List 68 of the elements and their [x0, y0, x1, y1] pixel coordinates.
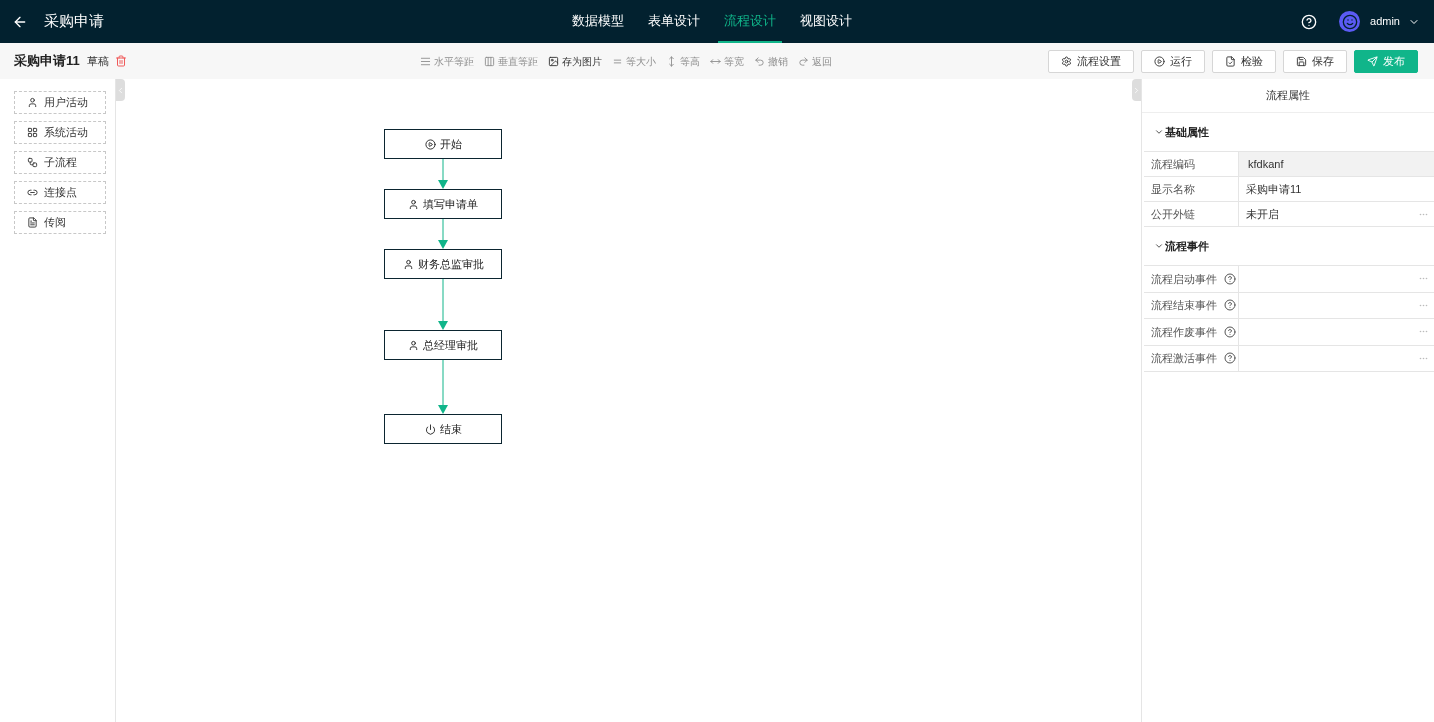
action-button[interactable]: 运行 [1141, 49, 1205, 73]
settings-icon [1061, 55, 1072, 67]
user-icon [408, 198, 419, 210]
chevron-icon[interactable] [1154, 127, 1164, 137]
flow-node[interactable]: 总经理审批 [384, 330, 502, 360]
action-button[interactable]: 检验 [1212, 49, 1276, 73]
flow-node[interactable]: 开始 [384, 129, 502, 159]
toolbar-button[interactable]: 存为图片 [548, 53, 602, 69]
user-icon [402, 258, 414, 270]
connector-arrow [438, 159, 448, 189]
property-label: 流程激活事件 [1151, 351, 1217, 366]
property-value: kfdkanf [1248, 156, 1284, 172]
property-label: 显示名称 [1151, 181, 1195, 197]
user-icon [27, 97, 38, 108]
play-icon [1154, 55, 1165, 67]
redo-icon [798, 55, 809, 67]
palette-item[interactable]: 连接点 [14, 181, 106, 204]
palette-item[interactable]: 用户活动 [14, 91, 106, 114]
collapse-handle[interactable] [1132, 79, 1141, 101]
vertical-arrow-icon [666, 55, 677, 67]
palette-item[interactable]: 子流程 [14, 151, 106, 174]
connector-arrow [438, 360, 448, 414]
flow-node[interactable]: 填写申请单 [384, 189, 502, 219]
property-label: 流程编码 [1151, 156, 1195, 172]
user-icon [408, 339, 419, 351]
nav-tab[interactable]: 视图设计 [794, 0, 858, 43]
grid-icon [27, 127, 38, 138]
collapse-handle[interactable] [116, 79, 125, 101]
delete-icon[interactable] [114, 55, 127, 67]
flow-node[interactable]: 财务总监审批 [384, 249, 502, 279]
flow-node[interactable]: 结束 [384, 414, 502, 444]
bars-icon [484, 55, 495, 67]
section-title: 流程事件 [1165, 238, 1209, 254]
property-field[interactable]: 未开启 [1239, 202, 1434, 226]
avatar[interactable] [1339, 11, 1361, 32]
file-check-icon [1225, 55, 1236, 67]
property-label: 流程结束事件 [1151, 298, 1217, 313]
action-button[interactable]: 流程设置 [1048, 49, 1134, 73]
property-field[interactable]: 采购申请11 [1239, 177, 1434, 201]
chevron-icon[interactable] [1154, 241, 1164, 251]
status-label: 草稿 [86, 53, 109, 69]
paper-plane-icon [1367, 55, 1378, 67]
section-title: 基础属性 [1165, 124, 1209, 140]
property-value: 未开启 [1246, 206, 1279, 222]
undo-icon [754, 55, 765, 67]
document-icon [27, 217, 38, 228]
palette-item[interactable]: 传阅 [14, 211, 106, 234]
nav-tab[interactable]: 表单设计 [642, 0, 706, 43]
property-field[interactable]: kfdkanf [1239, 152, 1434, 176]
image-icon [548, 55, 559, 67]
nav-tab[interactable]: 数据模型 [566, 0, 630, 43]
panel-title: 流程属性 [1266, 88, 1310, 104]
property-label: 流程作废事件 [1151, 324, 1217, 340]
play-icon [424, 138, 436, 150]
lines-icon [420, 55, 431, 67]
power-icon [424, 423, 436, 435]
save-icon [1296, 55, 1307, 67]
user-name[interactable]: admin [1370, 13, 1400, 30]
property-label: 流程启动事件 [1151, 271, 1217, 287]
process-name: 采购申请11 [14, 52, 80, 71]
action-button[interactable]: 保存 [1283, 49, 1347, 73]
connector-arrow [438, 219, 448, 249]
link-icon [27, 187, 38, 198]
connector-arrow [438, 279, 448, 330]
property-label: 公开外链 [1151, 206, 1195, 222]
property-value: 采购申请11 [1246, 181, 1302, 197]
palette-item[interactable]: 系统活动 [14, 121, 106, 144]
app-title: 采购申请 [44, 11, 104, 32]
